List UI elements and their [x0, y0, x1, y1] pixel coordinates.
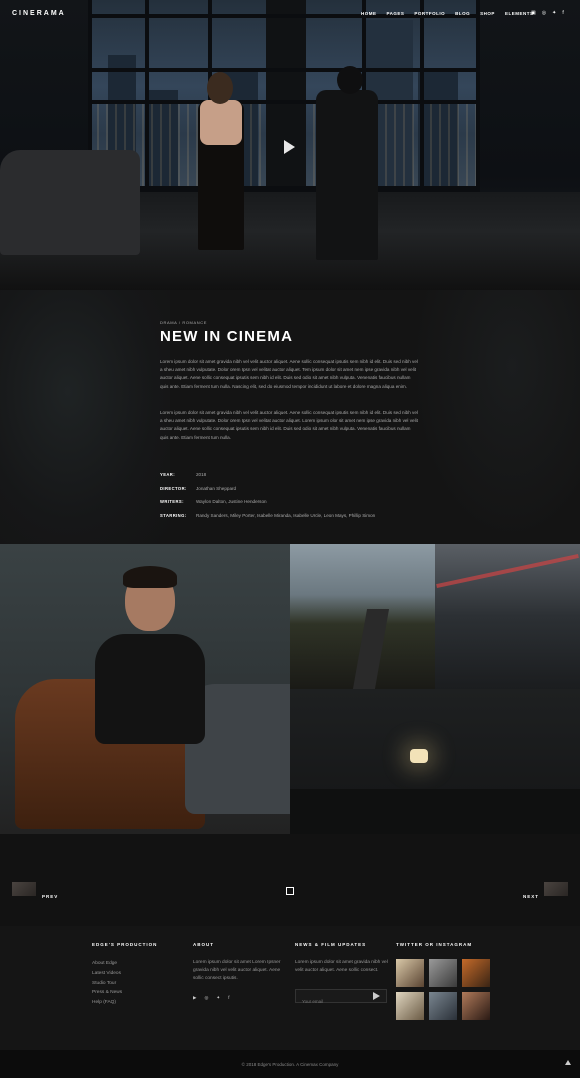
instagram-photo[interactable] — [429, 959, 457, 987]
twitter-icon[interactable]: ✦ — [216, 995, 220, 1001]
movie-info-section: DRAMA / ROMANCE NEW IN CINEMA Lorem ipsu… — [0, 290, 580, 544]
copyright: © 2018 Edge's Production. A Cinemax Comp… — [241, 1062, 339, 1067]
twitter-icon[interactable]: ✦ — [552, 10, 556, 16]
sofa — [0, 150, 140, 255]
gallery-image-road[interactable] — [290, 544, 435, 689]
movie-genre: DRAMA / ROMANCE — [160, 320, 208, 325]
meta-row-director: DIRECTOR: Jonathan Sheppard — [160, 485, 237, 491]
footer-link-help[interactable]: Help (FAQ) — [92, 998, 157, 1008]
instagram-photo[interactable] — [462, 992, 490, 1020]
facebook-icon[interactable]: f — [562, 10, 563, 16]
facebook-icon[interactable]: f — [228, 995, 229, 1001]
prev-thumbnail[interactable] — [12, 882, 36, 896]
meta-row-year: YEAR: 2018 — [160, 472, 207, 478]
nav-item-shop[interactable]: SHOP — [480, 11, 495, 16]
hero-section: CINERAMA HOME PAGES PORTFOLIO BLOG SHOP … — [0, 0, 580, 290]
man-silhouette — [316, 90, 378, 260]
movie-title: NEW IN CINEMA — [160, 328, 294, 345]
meta-row-starring: STARRING: Randy Sanders, Miley Porter, I… — [160, 512, 376, 518]
footer-link-about[interactable]: About Edge — [92, 959, 157, 969]
footer-link-videos[interactable]: Latest Videos — [92, 969, 157, 979]
play-icon[interactable] — [284, 140, 295, 154]
site-logo[interactable]: CINERAMA — [12, 10, 66, 17]
email-input[interactable] — [296, 995, 366, 1008]
instagram-photo[interactable] — [429, 992, 457, 1020]
footer-col-newsletter: NEWS & FILM UPDATES Lorem ipsum dolor si… — [295, 942, 390, 1008]
meta-row-writers: WRITERS: Waylon Dalton, Justine Henderso… — [160, 499, 267, 505]
movie-description-1: Lorem ipsum dolor sit amet gravida nibh … — [160, 359, 418, 389]
footer-social: ▶ ◎ ✦ f — [193, 995, 288, 1001]
movie-meta: YEAR: 2018 DIRECTOR: Jonathan Sheppard W… — [160, 468, 460, 522]
nav-item-pages[interactable]: PAGES — [387, 11, 405, 16]
footer-col-production: EDGE'S PRODUCTION About Edge Latest Vide… — [92, 942, 157, 1008]
project-pagination: PREV NEXT — [0, 834, 580, 926]
footer: EDGE'S PRODUCTION About Edge Latest Vide… — [0, 926, 580, 1050]
nav-item-home[interactable]: HOME — [361, 11, 377, 16]
instagram-icon[interactable]: ◎ — [204, 995, 208, 1001]
gallery-image-man-in-chair[interactable] — [0, 544, 290, 834]
youtube-icon[interactable]: ▣ — [531, 10, 536, 16]
grid-icon[interactable] — [286, 887, 294, 895]
footer-col-about: ABOUT Lorem ipsum dolor sit amet Lorem I… — [193, 942, 288, 1001]
nav-item-blog[interactable]: BLOG — [455, 11, 470, 16]
footer-link-studio[interactable]: Studio Tour — [92, 979, 157, 989]
instagram-photo[interactable] — [396, 959, 424, 987]
instagram-photo[interactable] — [462, 959, 490, 987]
footer-col-instagram: TWITTER OR INSTAGRAM — [396, 942, 490, 1020]
instagram-grid — [396, 959, 490, 1020]
gallery-image-bar-scene[interactable] — [290, 689, 580, 834]
bottom-bar: © 2018 Edge's Production. A Cinemax Comp… — [0, 1050, 580, 1078]
next-link[interactable]: NEXT — [523, 894, 539, 899]
nav-item-elements[interactable]: ELEMENTS — [505, 11, 534, 16]
youtube-icon[interactable]: ▶ — [193, 995, 196, 1001]
prev-link[interactable]: PREV — [42, 894, 58, 899]
nav-item-portfolio[interactable]: PORTFOLIO — [414, 11, 445, 16]
header-social: ▣ ◎ ✦ f — [531, 10, 564, 16]
send-icon[interactable] — [373, 992, 380, 1000]
image-gallery — [0, 544, 580, 834]
next-thumbnail[interactable] — [544, 882, 568, 896]
back-to-top-icon[interactable] — [565, 1060, 571, 1065]
footer-link-press[interactable]: Press & News — [92, 988, 157, 998]
movie-description-2: Lorem ipsum dolor sit amet gravida nibh … — [160, 410, 418, 440]
gallery-image-embrace[interactable] — [435, 544, 580, 689]
instagram-photo[interactable] — [396, 992, 424, 1020]
instagram-icon[interactable]: ◎ — [542, 10, 546, 16]
main-nav: HOME PAGES PORTFOLIO BLOG SHOP ELEMENTS — [361, 11, 533, 16]
email-field — [295, 989, 387, 1008]
